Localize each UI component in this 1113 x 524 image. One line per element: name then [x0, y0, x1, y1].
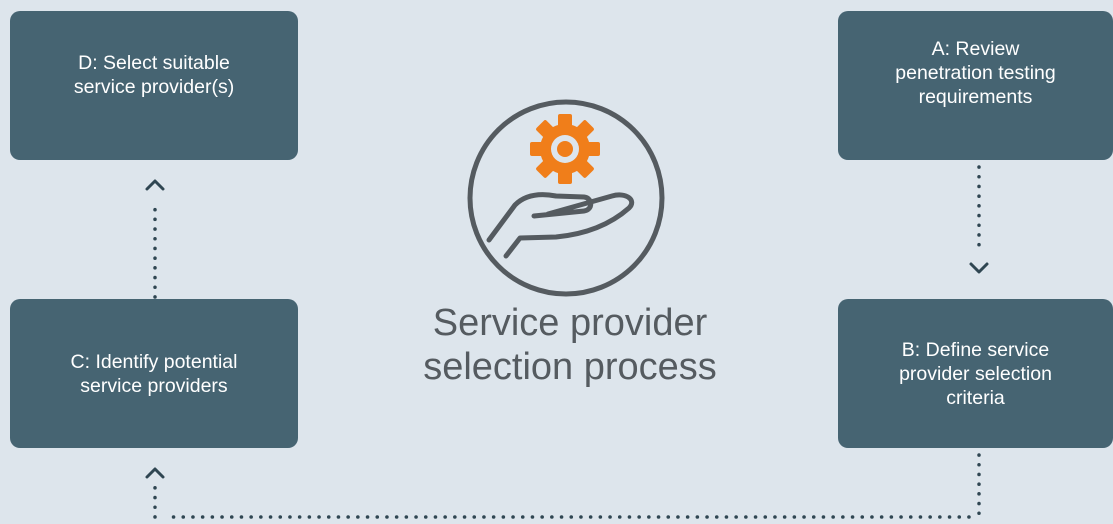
arrowhead-b — [969, 262, 989, 274]
hand-icon — [486, 192, 635, 259]
step-d-label: D: Select suitable service provider(s) — [73, 52, 235, 98]
step-c-box: C: Identify potential service providers — [10, 299, 298, 448]
step-d-box: D: Select suitable service provider(s) — [10, 11, 298, 160]
diagram-title: Service provider selection process — [423, 302, 717, 388]
arrowhead-c — [145, 467, 165, 479]
hand-holding-gear-icon — [467, 99, 665, 297]
arrowhead-d — [145, 179, 165, 191]
step-b-label: B: Define service provider selection cri… — [899, 338, 1052, 409]
step-b-box: B: Define service provider selection cri… — [838, 299, 1113, 448]
step-a-box: A: Review penetration testing requiremen… — [838, 11, 1113, 160]
step-a-label: A: Review penetration testing requiremen… — [895, 38, 1056, 108]
gear-icon — [530, 114, 600, 184]
step-c-label: C: Identify potential service providers — [70, 350, 238, 397]
